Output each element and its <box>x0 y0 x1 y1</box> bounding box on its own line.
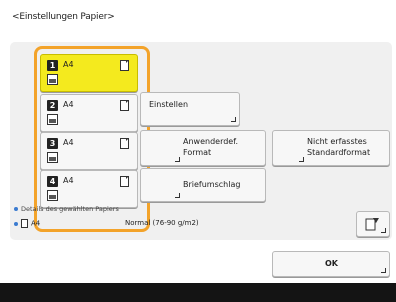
drawer-paper-size: A4 <box>63 176 74 185</box>
drawer-paper-size: A4 <box>63 60 74 69</box>
details-size: A4 <box>31 219 41 228</box>
drawer-number-badge: 3 <box>47 138 58 149</box>
envelope-label: Briefumschlag <box>183 180 241 189</box>
bullet-icon <box>14 207 18 211</box>
non-standard-format-button[interactable]: Nicht erfasstes Standardformat <box>272 130 390 166</box>
drawer-paper-size: A4 <box>63 138 74 147</box>
button-corner-icon <box>175 157 180 162</box>
paper-drawer-2[interactable]: 2 A4 <box>40 94 138 132</box>
button-corner-icon <box>231 117 236 122</box>
paper-drawer-1[interactable]: 1 A4 <box>40 54 138 92</box>
einstellen-label: Einstellen <box>149 100 189 109</box>
paper-level-icon <box>47 152 58 163</box>
drawer-number-badge: 1 <box>47 60 58 71</box>
paper-level-icon <box>47 190 58 201</box>
paper-orientation-icon <box>120 138 129 149</box>
non-standard-format-label: Nicht erfasstes Standardformat <box>307 137 371 157</box>
paper-settings-icon <box>365 218 379 231</box>
custom-format-button[interactable]: Anwenderdef. Format <box>140 130 266 166</box>
paper-orientation-icon <box>120 60 129 71</box>
bullet-icon <box>14 221 18 226</box>
drawer-number-badge: 2 <box>47 100 58 111</box>
paper-orientation-icon <box>120 176 129 187</box>
button-corner-icon <box>175 193 180 198</box>
paper-level-icon <box>47 74 58 85</box>
paper-settings-icon-button[interactable] <box>356 211 390 237</box>
details-label-text: Details des gewählten Papiers <box>21 205 119 213</box>
paper-icon <box>21 219 28 228</box>
ok-label: OK <box>325 259 338 268</box>
button-corner-icon <box>381 228 386 233</box>
page-title: <Einstellungen Papier> <box>12 12 115 22</box>
button-corner-icon <box>299 157 304 162</box>
paper-drawer-3[interactable]: 3 A4 <box>40 132 138 170</box>
button-corner-icon <box>381 268 386 273</box>
paper-orientation-icon <box>120 100 129 111</box>
bottom-bar <box>0 283 396 302</box>
drawer-paper-size: A4 <box>63 100 74 109</box>
selected-paper-details: A4 Normal (76-90 g/m2) <box>14 219 199 228</box>
paper-drawer-4[interactable]: 4 A4 <box>40 170 138 208</box>
selected-paper-details-label: Details des gewählten Papiers <box>14 205 119 213</box>
custom-format-label: Anwenderdef. Format <box>183 137 239 157</box>
einstellen-button[interactable]: Einstellen <box>140 92 240 126</box>
envelope-button[interactable]: Briefumschlag <box>140 168 266 202</box>
details-paper-type: Normal (76-90 g/m2) <box>125 219 199 227</box>
ok-button[interactable]: OK <box>272 251 390 277</box>
drawer-number-badge: 4 <box>47 176 58 187</box>
paper-level-icon <box>47 114 58 125</box>
